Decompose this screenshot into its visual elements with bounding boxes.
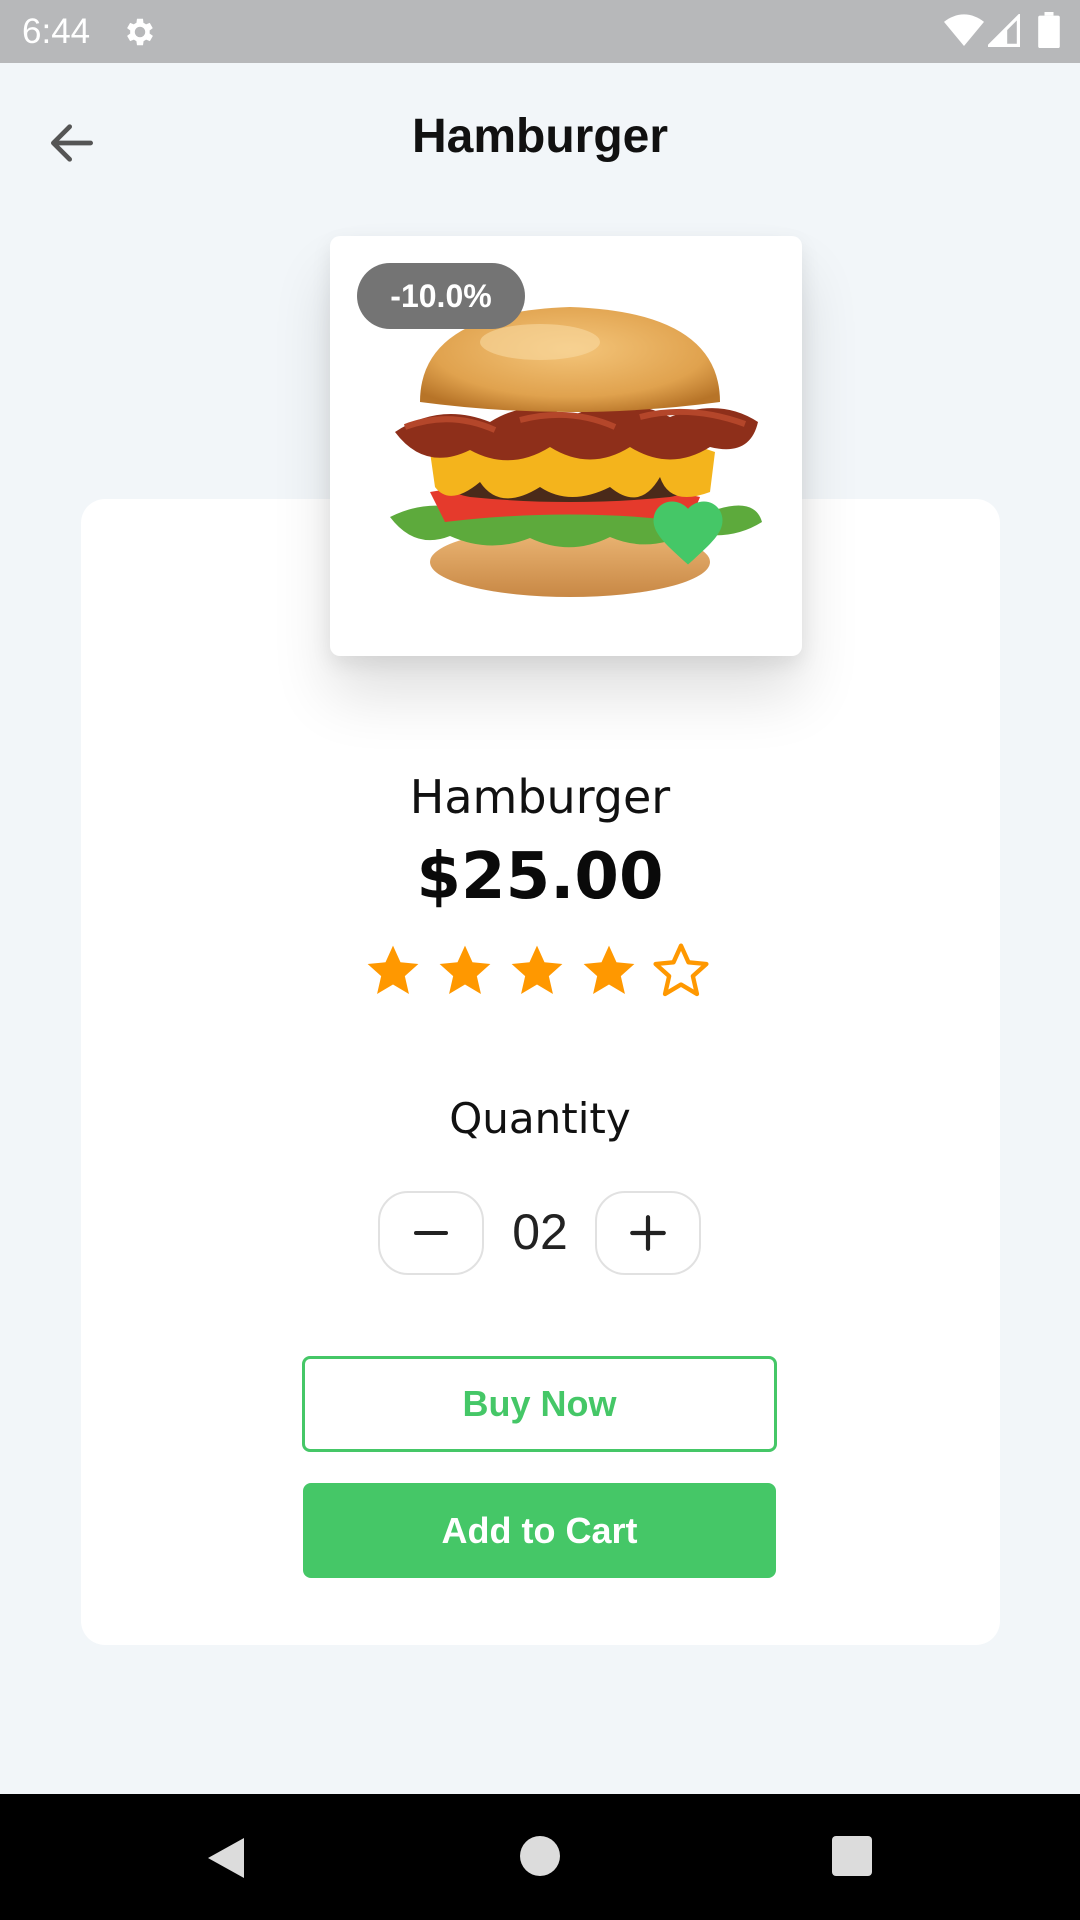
quantity-value: 02 bbox=[512, 1204, 568, 1260]
nav-recents-icon[interactable] bbox=[832, 1836, 872, 1876]
app-bar: Hamburger bbox=[0, 63, 1080, 213]
rating-stars bbox=[364, 942, 716, 1008]
product-name: Hamburger bbox=[409, 770, 671, 824]
signal-icon bbox=[988, 14, 1020, 47]
product-card bbox=[81, 499, 1000, 1645]
product-image-card: -10.0% bbox=[330, 236, 802, 656]
star-filled-icon bbox=[583, 945, 635, 994]
star-filled-icon bbox=[367, 945, 419, 994]
product-price: $25.00 bbox=[416, 840, 664, 914]
increment-button[interactable] bbox=[595, 1191, 701, 1275]
nav-home-icon[interactable] bbox=[520, 1836, 560, 1876]
heart-icon[interactable] bbox=[652, 500, 724, 566]
discount-badge: -10.0% bbox=[357, 263, 525, 329]
add-to-cart-button[interactable]: Add to Cart bbox=[303, 1483, 776, 1578]
plus-icon bbox=[630, 1215, 666, 1251]
status-bar: 6:44 bbox=[0, 0, 1080, 63]
star-outline-icon bbox=[653, 943, 709, 997]
buy-now-button[interactable]: Buy Now bbox=[302, 1356, 777, 1452]
star-filled-icon bbox=[511, 945, 563, 994]
star-filled-icon bbox=[439, 945, 491, 994]
gear-icon bbox=[127, 18, 153, 46]
minus-icon bbox=[414, 1231, 448, 1235]
wifi-icon bbox=[944, 14, 984, 47]
battery-icon bbox=[1038, 12, 1060, 48]
page-title: Hamburger bbox=[411, 110, 669, 163]
status-time: 6:44 bbox=[22, 12, 91, 51]
nav-back-icon[interactable] bbox=[204, 1834, 248, 1882]
decrement-button[interactable] bbox=[378, 1191, 484, 1275]
quantity-label: Quantity bbox=[449, 1094, 631, 1143]
system-nav-bar bbox=[0, 1794, 1080, 1920]
